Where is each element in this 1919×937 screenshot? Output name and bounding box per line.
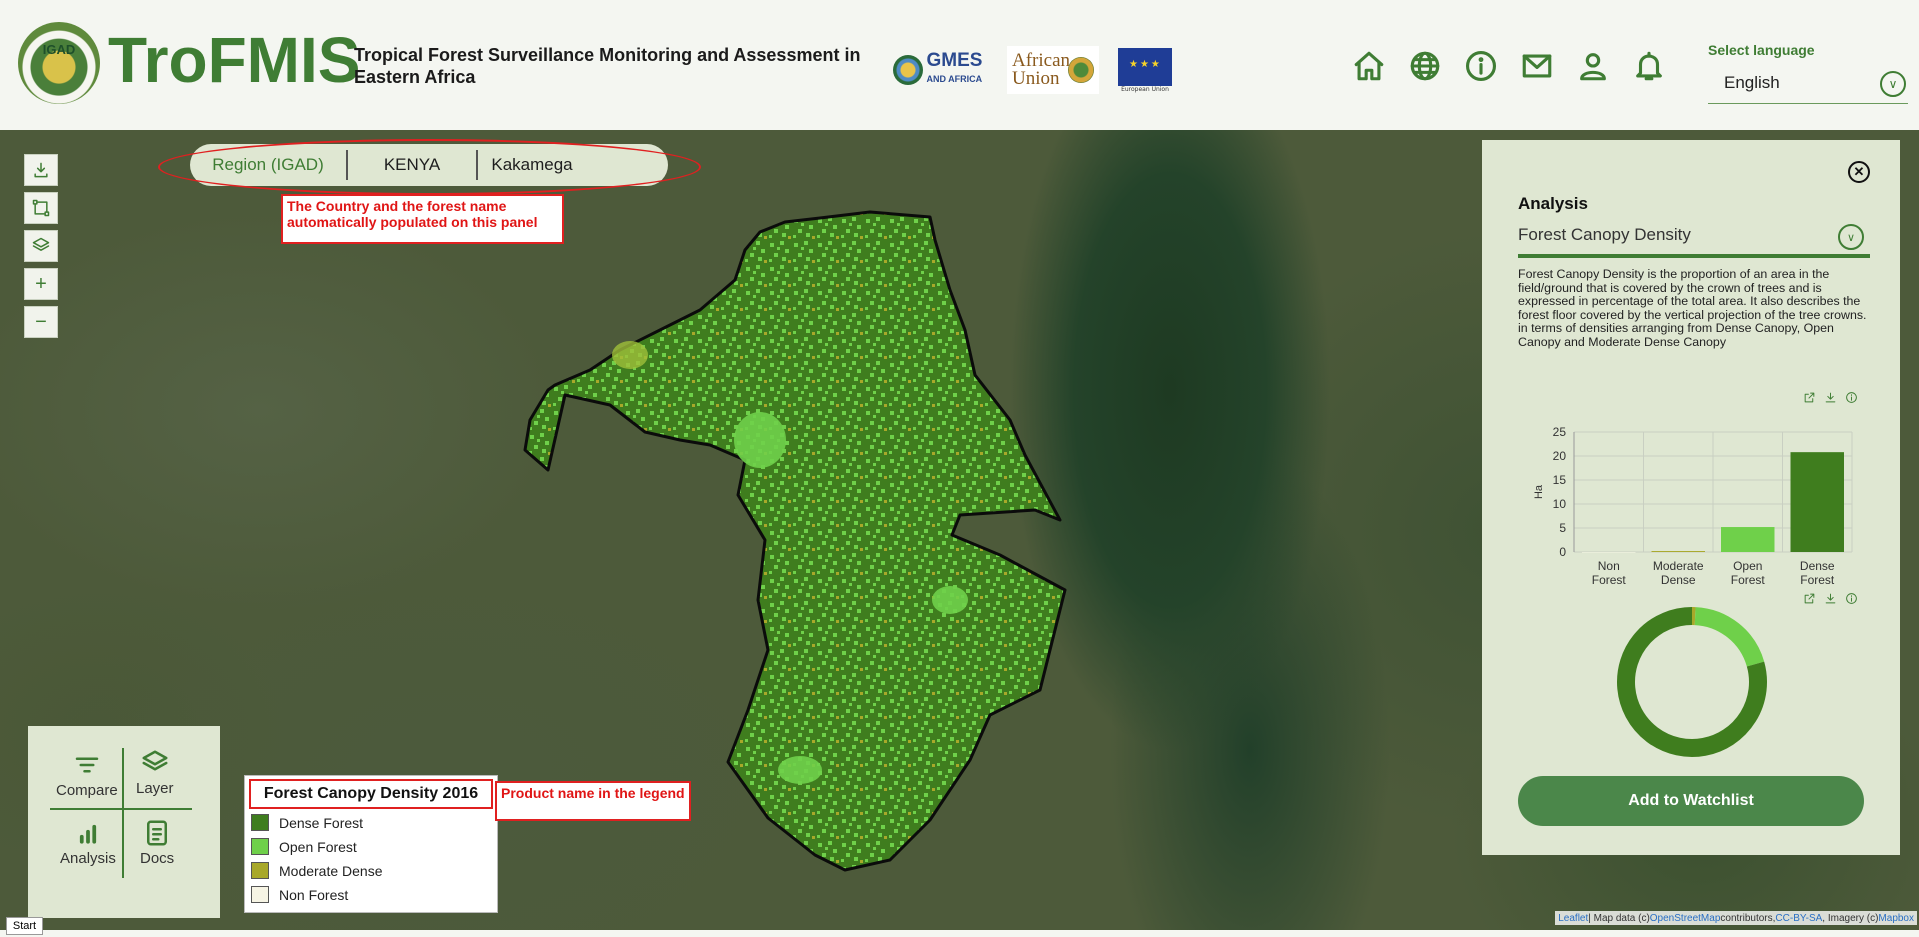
x-tick-label: Dense: [1800, 559, 1835, 573]
bar: [1721, 527, 1775, 552]
globe-icon[interactable]: [1405, 46, 1445, 86]
home-icon[interactable]: [1349, 46, 1389, 86]
european-union-logo: European Union: [1117, 46, 1173, 94]
legend-swatch: [251, 838, 269, 855]
tools-panel: Compare Layer Analysis Docs: [28, 726, 220, 918]
start-button[interactable]: Start: [6, 917, 43, 935]
annotation-breadcrumb-note: The Country and the forest name automati…: [281, 194, 564, 244]
breadcrumb-region[interactable]: Region (IGAD): [190, 150, 346, 180]
document-icon: [147, 820, 168, 846]
legend-swatch: [251, 862, 269, 879]
y-axis-label: Ha: [1533, 484, 1545, 499]
map-legend: Forest Canopy Density 2016 Dense Forest …: [244, 775, 498, 913]
user-icon[interactable]: [1573, 46, 1613, 86]
x-tick-label: Dense: [1661, 573, 1696, 587]
african-union-logo: African Union: [1007, 46, 1099, 94]
layer-button[interactable]: Layer: [136, 748, 174, 797]
donut-slice: [1694, 607, 1765, 667]
canopy-donut-chart: [1617, 607, 1767, 757]
analysis-panel: ✕ Analysis Forest Canopy Density ∨ Fores…: [1482, 140, 1900, 855]
app-brand: TroFMIS: [108, 24, 361, 96]
osm-link[interactable]: OpenStreetMap: [1650, 913, 1721, 924]
bar: [1651, 551, 1705, 552]
y-tick-label: 5: [1559, 521, 1566, 535]
zoom-out-button[interactable]: −: [24, 306, 58, 338]
breadcrumb: Region (IGAD) KENYA Kakamega: [190, 144, 668, 186]
analysis-heading: Analysis: [1518, 194, 1588, 213]
breadcrumb-forest[interactable]: Kakamega: [476, 150, 586, 180]
gmes-logo: GMES AND AFRICA: [885, 46, 990, 94]
analysis-description: Forest Canopy Density is the proportion …: [1518, 267, 1867, 349]
annotation-legend-note: Product name in the legend: [495, 781, 691, 821]
legend-item: Non Forest: [251, 886, 348, 903]
add-to-watchlist-button[interactable]: Add to Watchlist: [1518, 776, 1864, 826]
x-tick-label: Non: [1598, 559, 1620, 573]
x-tick-label: Forest: [1800, 573, 1835, 587]
legend-swatch: [251, 886, 269, 903]
analysis-select-value: Forest Canopy Density: [1518, 225, 1691, 244]
leaflet-link[interactable]: Leaflet: [1558, 913, 1588, 924]
mail-icon[interactable]: [1517, 46, 1557, 86]
y-tick-label: 15: [1553, 473, 1567, 487]
chevron-down-icon[interactable]: ∨: [1880, 71, 1906, 97]
language-select[interactable]: English ∨: [1708, 62, 1908, 104]
legend-title: Forest Canopy Density 2016: [249, 779, 493, 809]
analysis-button[interactable]: Analysis: [60, 818, 116, 867]
x-tick-label: Forest: [1592, 573, 1627, 587]
legend-swatch: [251, 814, 269, 831]
bar-chart-icon: [79, 824, 97, 844]
analysis-select[interactable]: Forest Canopy Density ∨: [1518, 216, 1870, 258]
docs-button[interactable]: Docs: [140, 818, 174, 867]
canopy-bar-chart: 0510152025NonForestModerateDenseOpenFore…: [1533, 425, 1853, 587]
y-tick-label: 0: [1559, 545, 1566, 559]
bell-icon[interactable]: [1629, 46, 1669, 86]
zoom-in-button[interactable]: +: [24, 268, 58, 300]
legend-item: Open Forest: [251, 838, 357, 855]
legend-item: Dense Forest: [251, 814, 363, 831]
mapbox-link[interactable]: Mapbox: [1878, 913, 1914, 924]
legend-item: Moderate Dense: [251, 862, 383, 879]
layers-icon[interactable]: [24, 230, 58, 262]
open-external-icon[interactable]: [1802, 591, 1816, 605]
donut-chart-tools: [1802, 591, 1858, 605]
bar: [1790, 452, 1844, 552]
map-attribution: Leaflet | Map data (c) OpenStreetMap con…: [1555, 911, 1917, 925]
chevron-down-icon[interactable]: ∨: [1838, 224, 1864, 250]
bar: [1582, 552, 1636, 553]
breadcrumb-country[interactable]: KENYA: [346, 150, 476, 180]
igad-logo: IGAD: [18, 22, 100, 104]
map-toolbar: + −: [24, 154, 58, 344]
download-icon[interactable]: [1823, 591, 1837, 605]
y-tick-label: 10: [1553, 497, 1567, 511]
language-value: English: [1724, 72, 1780, 92]
y-tick-label: 25: [1553, 425, 1567, 439]
x-tick-label: Forest: [1731, 573, 1766, 587]
x-tick-label: Moderate: [1653, 559, 1704, 573]
compare-button[interactable]: Compare: [56, 750, 118, 799]
app-subtitle: Tropical Forest Surveillance Monitoring …: [354, 45, 861, 87]
close-icon[interactable]: ✕: [1848, 161, 1870, 183]
language-label: Select language: [1708, 42, 1815, 58]
download-icon[interactable]: [24, 154, 58, 186]
draw-rectangle-icon[interactable]: [24, 192, 58, 224]
layers-icon: [142, 750, 168, 771]
info-icon[interactable]: [1461, 46, 1501, 86]
filter-icon: [75, 757, 99, 773]
info-icon[interactable]: [1844, 591, 1858, 605]
app-header: IGAD TroFMIS Tropical Forest Surveillanc…: [0, 0, 1919, 130]
y-tick-label: 20: [1553, 449, 1567, 463]
x-tick-label: Open: [1733, 559, 1762, 573]
license-link[interactable]: CC-BY-SA: [1775, 913, 1822, 924]
